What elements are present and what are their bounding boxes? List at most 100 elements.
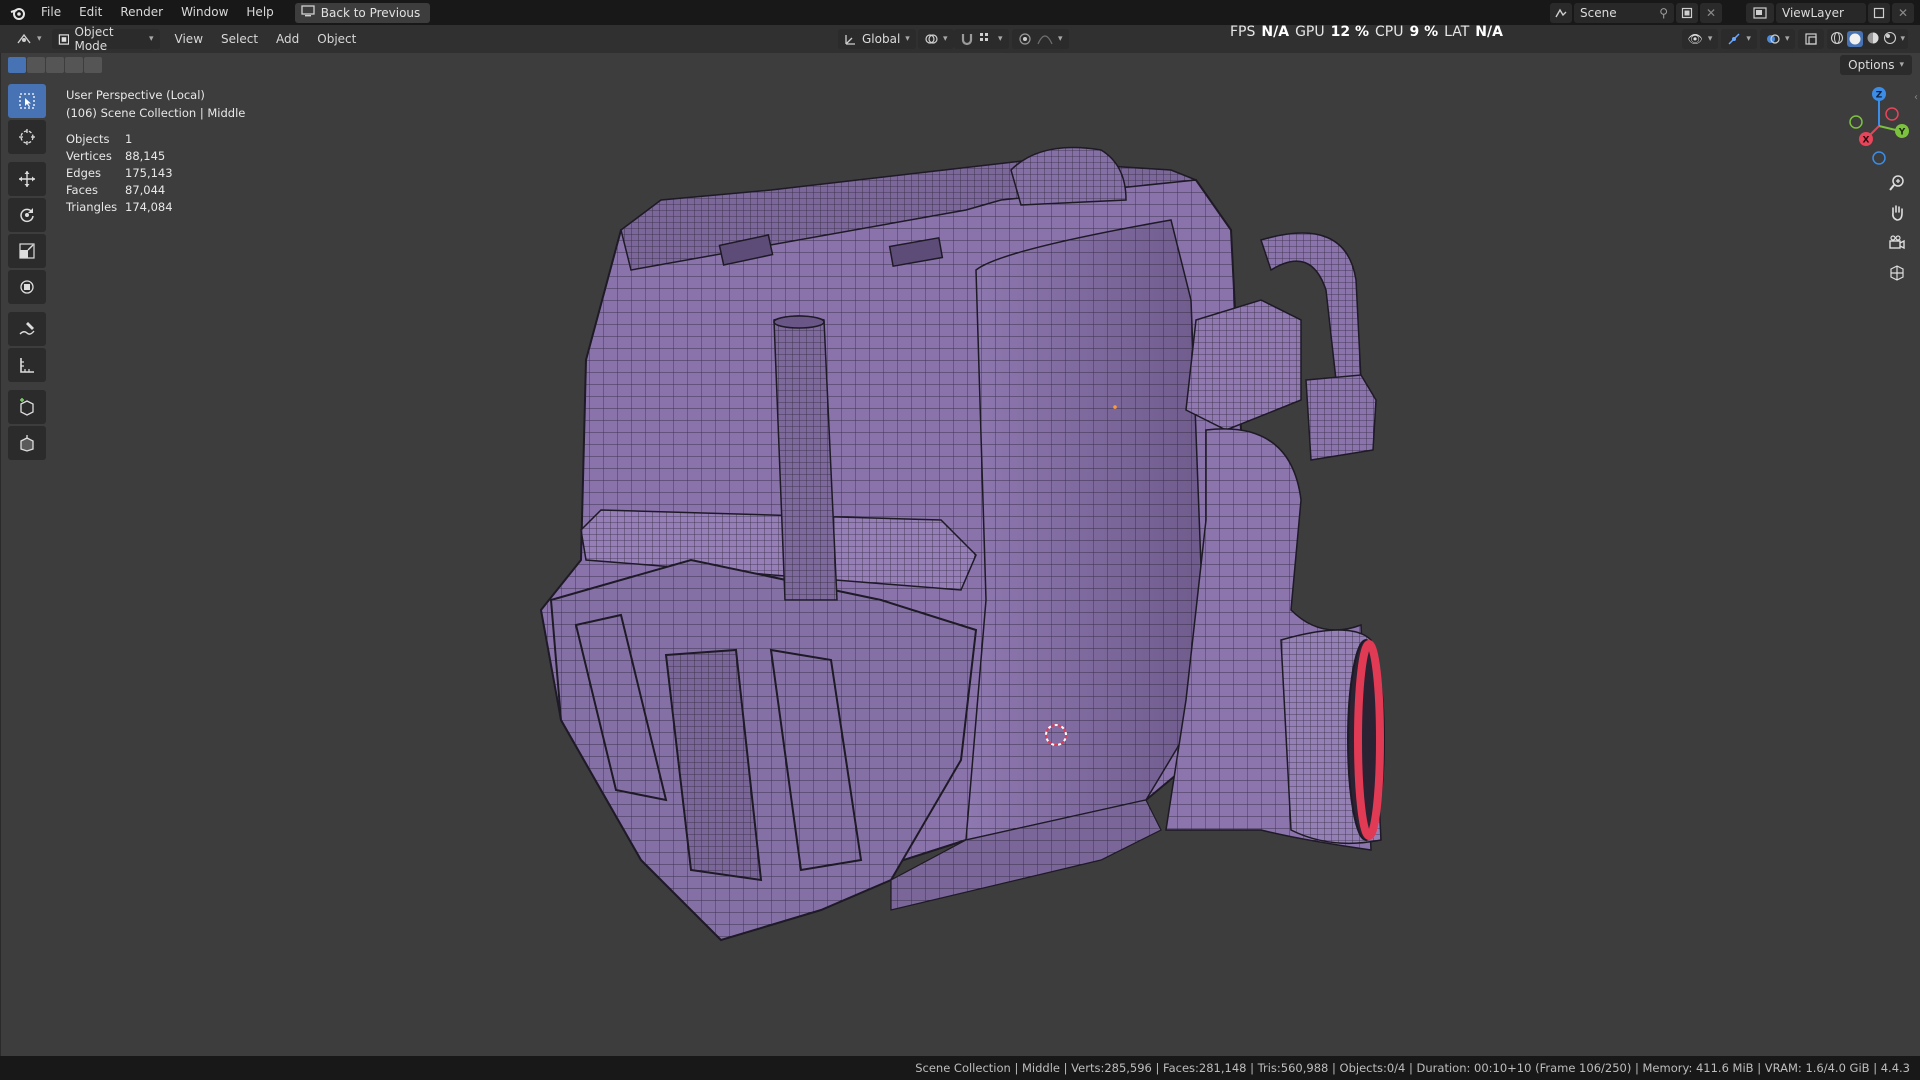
menu-view[interactable]: View [166,32,212,46]
snap-increment-icon [980,33,988,41]
delete-view-layer-icon[interactable]: ✕ [1892,2,1914,23]
stat-row-vertices: Vertices 88,145 [66,148,173,165]
cpu-value: 9 % [1409,24,1439,40]
select-new-icon[interactable] [8,57,26,73]
backpack-mesh[interactable] [539,146,1385,942]
axis-neg-y-icon[interactable] [1849,115,1863,129]
snap-toggle[interactable]: ▾ [954,29,1009,49]
pan-hand-icon[interactable] [1886,200,1908,226]
menu-object[interactable]: Object [308,32,365,46]
visibility-dropdown[interactable]: 👁 ▾ [1681,29,1719,49]
annotate-icon[interactable] [8,312,46,346]
menu-window[interactable]: Window [172,0,237,25]
stat-label: Edges [66,166,101,180]
new-view-layer-icon[interactable] [1868,2,1890,23]
scene-statistics: Objects 1 Vertices 88,145 Edges 175,143 Fac… [66,131,173,216]
stat-row-edges: Edges 175,143 [66,165,173,182]
editor-type-dropdown[interactable]: ▾ [10,29,48,49]
axis-neg-z-icon[interactable] [1872,151,1886,165]
xray-icon [1805,33,1818,45]
menu-edit[interactable]: Edit [70,0,111,25]
scale-icon[interactable] [8,234,46,268]
proportional-editing-toggle[interactable]: ▾ [1012,29,1069,49]
rotate-icon[interactable] [8,198,46,232]
new-scene-icon[interactable] [1676,2,1698,23]
viewport-shading-group: 👁 ▾ ▾ ▾ ▾ [1681,29,1908,49]
back-to-previous-label: Back to Previous [320,5,421,20]
orientation-icon [845,34,855,45]
orientation-label: Global [862,32,901,46]
stat-row-faces: Faces 87,044 [66,182,173,199]
mode-label: Object Mode [74,25,114,53]
rendered-shading-icon[interactable] [1883,31,1897,48]
performance-hud: FPS N/A GPU 12 % CPU 9 % LAT N/A [1230,24,1503,44]
menu-select[interactable]: Select [212,32,267,46]
chevron-down-icon: ▾ [1746,34,1751,44]
scene-browse-icon[interactable] [1550,2,1572,23]
chevron-down-icon[interactable]: ▾ [1900,34,1905,44]
view-layer-browse-icon[interactable] [1746,2,1774,23]
selection-mode-buttons [8,57,102,73]
pivot-icon [925,34,938,44]
view-layer-name-field[interactable]: ViewLayer [1776,2,1866,23]
solid-shading-icon[interactable] [1847,31,1864,47]
move-icon[interactable] [8,162,46,196]
orthographic-grid-icon[interactable] [1886,260,1908,286]
wireframe-shading-icon[interactable] [1830,31,1844,48]
chevron-down-icon: ▾ [37,34,42,44]
gizmo-toggle[interactable]: ▾ [1721,29,1757,49]
zoom-icon[interactable] [1886,170,1908,196]
falloff-curve-icon [1037,35,1053,45]
overlays-toggle[interactable]: ▾ [1759,29,1796,49]
chevron-down-icon: ▾ [1899,60,1904,70]
measure-icon[interactable] [8,348,46,382]
pin-icon[interactable]: ⚲ [1659,6,1668,20]
camera-view-icon[interactable] [1886,230,1908,256]
delete-scene-icon[interactable]: ✕ [1700,2,1722,23]
sidebar-toggle-icon[interactable]: ‹ [1914,92,1918,103]
select-box-icon[interactable] [8,84,46,118]
navigation-gizmo[interactable]: Z Y X [1846,84,1912,168]
add-cube-icon[interactable] [8,390,46,424]
mode-dropdown[interactable]: Object Mode ▾ [51,25,160,53]
tool-shelf [8,84,46,462]
select-extend-icon[interactable] [27,57,45,73]
mesh-render[interactable] [1,53,1920,1056]
cpu-label: CPU [1375,24,1404,40]
material-shading-icon[interactable] [1866,31,1880,48]
transform-orientation-dropdown[interactable]: Global ▾ [838,29,916,49]
gpu-label: GPU [1295,24,1325,40]
menu-add[interactable]: Add [267,32,308,46]
3d-viewport[interactable]: User Perspective (Local) (106) Scene Col… [0,53,1920,1056]
select-invert-icon[interactable] [65,57,83,73]
scene-name-field[interactable]: Scene ⚲ [1574,2,1674,23]
options-dropdown[interactable]: Options ▾ [1840,55,1912,75]
back-to-previous-button[interactable]: Back to Previous [294,2,431,23]
chevron-down-icon: ▾ [149,34,154,44]
chevron-down-icon: ▾ [1058,34,1063,44]
blender-logo-icon[interactable] [4,0,32,25]
magnet-icon [961,34,973,46]
transform-icon[interactable] [8,270,46,304]
pivot-point-dropdown[interactable]: ▾ [918,29,954,49]
eye-icon: 👁 [1687,32,1703,46]
extrude-cube-icon[interactable] [8,426,46,460]
active-collection-text: (106) Scene Collection | Middle [66,106,246,120]
scene-name: Scene [1580,5,1617,20]
fps-label: FPS [1230,24,1256,40]
chevron-down-icon: ▾ [998,34,1003,44]
menu-help[interactable]: Help [237,0,282,25]
menu-render[interactable]: Render [111,0,172,25]
select-intersect-icon[interactable] [84,57,102,73]
stat-label: Vertices [66,149,112,163]
xray-toggle[interactable] [1798,29,1825,49]
chevron-down-icon: ▾ [905,34,910,44]
menu-file[interactable]: File [32,0,70,25]
shading-mode-buttons: ▾ [1827,29,1908,49]
axis-neg-x-icon[interactable] [1885,107,1899,121]
stat-row-triangles: Triangles 174,084 [66,199,173,216]
navigation-tools [1886,170,1908,290]
cursor-icon[interactable] [8,120,46,154]
viewport-info-overlay: User Perspective (Local) (106) Scene Col… [66,86,245,122]
select-subtract-icon[interactable] [46,57,64,73]
